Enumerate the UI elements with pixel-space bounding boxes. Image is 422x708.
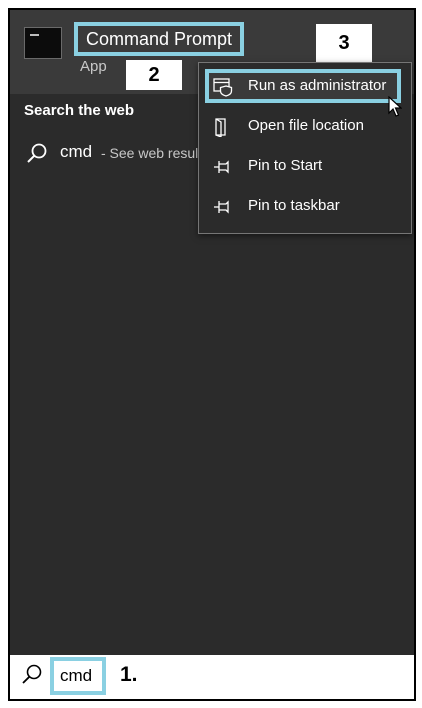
pin-icon bbox=[213, 157, 233, 177]
web-result-hint: - See web results bbox=[101, 145, 210, 161]
menu-item-label: Open file location bbox=[248, 117, 364, 134]
search-input[interactable]: cmd bbox=[50, 657, 106, 695]
section-header-web: Search the web bbox=[24, 102, 135, 119]
search-icon bbox=[20, 663, 44, 692]
shield-run-icon bbox=[213, 77, 233, 97]
terminal-app-icon bbox=[24, 27, 62, 59]
pin-icon bbox=[213, 197, 233, 217]
search-icon bbox=[26, 142, 48, 168]
step-3-callout: 3 bbox=[316, 24, 372, 62]
context-menu: Run as administrator Open file location … bbox=[198, 62, 412, 234]
app-title[interactable]: Command Prompt bbox=[74, 22, 245, 56]
app-type-label: App bbox=[80, 58, 107, 75]
menu-item-label: Pin to taskbar bbox=[248, 197, 340, 214]
step-1-callout: 1. bbox=[120, 663, 138, 686]
menu-item-pin-to-start[interactable]: Pin to Start bbox=[205, 149, 401, 183]
folder-open-icon bbox=[213, 117, 233, 138]
menu-item-label: Pin to Start bbox=[248, 157, 323, 174]
menu-item-run-as-administrator[interactable]: Run as administrator bbox=[205, 69, 401, 103]
menu-item-pin-to-taskbar[interactable]: Pin to taskbar bbox=[205, 189, 401, 223]
web-result-term: cmd bbox=[60, 142, 93, 161]
start-menu-search-panel: Command Prompt App 2 3 Search the web cm… bbox=[8, 8, 416, 701]
taskbar-search-bar: cmd 1. bbox=[10, 655, 414, 699]
mouse-pointer-icon bbox=[388, 95, 403, 123]
menu-item-open-file-location[interactable]: Open file location bbox=[205, 109, 401, 143]
web-search-result[interactable]: cmd - See web results bbox=[20, 138, 220, 168]
menu-item-label: Run as administrator bbox=[248, 77, 387, 94]
step-2-callout: 2 bbox=[126, 60, 182, 90]
